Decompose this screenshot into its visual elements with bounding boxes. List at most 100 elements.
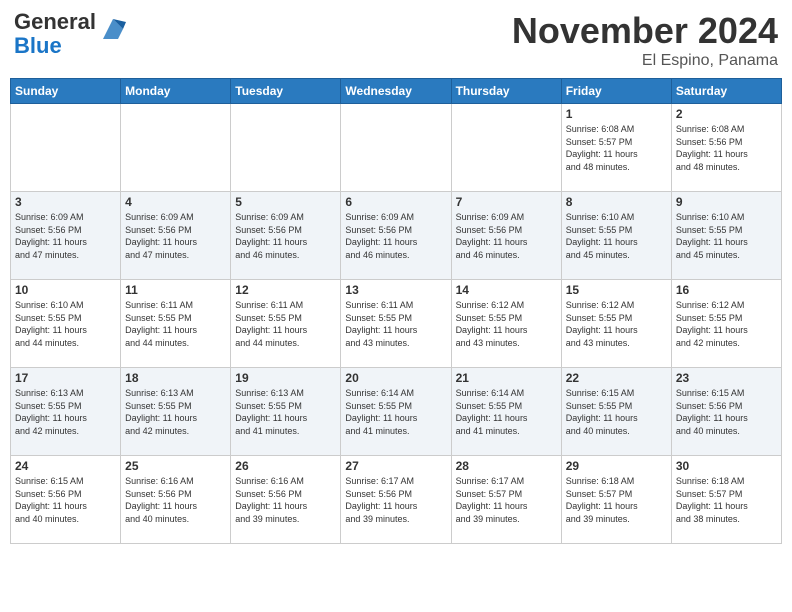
day-number: 20 [345, 371, 446, 385]
calendar-cell: 3 Sunrise: 6:09 AM Sunset: 5:56 PM Daylig… [11, 192, 121, 280]
day-number: 30 [676, 459, 777, 473]
day-info: Sunrise: 6:13 AM Sunset: 5:55 PM Dayligh… [235, 387, 336, 437]
calendar-cell: 14 Sunrise: 6:12 AM Sunset: 5:55 PM Dayli… [451, 280, 561, 368]
day-number: 23 [676, 371, 777, 385]
day-number: 28 [456, 459, 557, 473]
day-number: 9 [676, 195, 777, 209]
day-info: Sunrise: 6:16 AM Sunset: 5:56 PM Dayligh… [235, 475, 336, 525]
day-info: Sunrise: 6:10 AM Sunset: 5:55 PM Dayligh… [566, 211, 667, 261]
calendar-cell: 27 Sunrise: 6:17 AM Sunset: 5:56 PM Dayli… [341, 456, 451, 544]
day-info: Sunrise: 6:17 AM Sunset: 5:57 PM Dayligh… [456, 475, 557, 525]
calendar-cell: 7 Sunrise: 6:09 AM Sunset: 5:56 PM Daylig… [451, 192, 561, 280]
day-info: Sunrise: 6:09 AM Sunset: 5:56 PM Dayligh… [15, 211, 116, 261]
day-number: 17 [15, 371, 116, 385]
day-number: 14 [456, 283, 557, 297]
calendar-cell: 15 Sunrise: 6:12 AM Sunset: 5:55 PM Dayli… [561, 280, 671, 368]
col-header-friday: Friday [561, 79, 671, 104]
day-number: 24 [15, 459, 116, 473]
day-info: Sunrise: 6:14 AM Sunset: 5:55 PM Dayligh… [456, 387, 557, 437]
day-number: 19 [235, 371, 336, 385]
day-info: Sunrise: 6:18 AM Sunset: 5:57 PM Dayligh… [566, 475, 667, 525]
calendar-cell: 23 Sunrise: 6:15 AM Sunset: 5:56 PM Dayli… [671, 368, 781, 456]
day-info: Sunrise: 6:12 AM Sunset: 5:55 PM Dayligh… [566, 299, 667, 349]
month-title: November 2024 [512, 10, 778, 52]
calendar-cell: 26 Sunrise: 6:16 AM Sunset: 5:56 PM Dayli… [231, 456, 341, 544]
day-number: 29 [566, 459, 667, 473]
calendar-cell: 4 Sunrise: 6:09 AM Sunset: 5:56 PM Daylig… [121, 192, 231, 280]
calendar-cell: 5Sunrise: 6:09 AM Sunset: 5:56 PM Daylig… [231, 192, 341, 280]
day-info: Sunrise: 6:14 AM Sunset: 5:55 PM Dayligh… [345, 387, 446, 437]
day-info: Sunrise: 6:10 AM Sunset: 5:55 PM Dayligh… [676, 211, 777, 261]
calendar-cell: 28 Sunrise: 6:17 AM Sunset: 5:57 PM Dayli… [451, 456, 561, 544]
day-info: Sunrise: 6:08 AM Sunset: 5:56 PM Dayligh… [676, 123, 777, 173]
day-info: Sunrise: 6:08 AM Sunset: 5:57 PM Dayligh… [566, 123, 667, 173]
logo: GeneralBlue [14, 10, 128, 58]
day-number: 18 [125, 371, 226, 385]
calendar-cell: 24 Sunrise: 6:15 AM Sunset: 5:56 PM Dayli… [11, 456, 121, 544]
calendar-cell [121, 104, 231, 192]
day-number: 26 [235, 459, 336, 473]
calendar-cell: 16Sunrise: 6:12 AM Sunset: 5:55 PM Dayli… [671, 280, 781, 368]
calendar-cell [231, 104, 341, 192]
title-area: November 2024 El Espino, Panama [512, 10, 778, 70]
day-number: 22 [566, 371, 667, 385]
calendar-cell: 29 Sunrise: 6:18 AM Sunset: 5:57 PM Dayli… [561, 456, 671, 544]
calendar-cell: 10 Sunrise: 6:10 AM Sunset: 5:55 PM Dayli… [11, 280, 121, 368]
calendar-cell: 6Sunrise: 6:09 AM Sunset: 5:56 PM Daylig… [341, 192, 451, 280]
day-number: 21 [456, 371, 557, 385]
day-info: Sunrise: 6:12 AM Sunset: 5:55 PM Dayligh… [456, 299, 557, 349]
day-info: Sunrise: 6:15 AM Sunset: 5:55 PM Dayligh… [566, 387, 667, 437]
calendar-cell: 22 Sunrise: 6:15 AM Sunset: 5:55 PM Dayli… [561, 368, 671, 456]
day-number: 4 [125, 195, 226, 209]
col-header-sunday: Sunday [11, 79, 121, 104]
location: El Espino, Panama [512, 52, 778, 70]
day-info: Sunrise: 6:09 AM Sunset: 5:56 PM Dayligh… [125, 211, 226, 261]
logo-text: GeneralBlue [14, 10, 96, 58]
page-header: GeneralBlue November 2024 El Espino, Pan… [10, 10, 782, 70]
day-info: Sunrise: 6:15 AM Sunset: 5:56 PM Dayligh… [676, 387, 777, 437]
day-number: 7 [456, 195, 557, 209]
day-number: 3 [15, 195, 116, 209]
calendar-cell: 20 Sunrise: 6:14 AM Sunset: 5:55 PM Dayli… [341, 368, 451, 456]
calendar-cell: 11Sunrise: 6:11 AM Sunset: 5:55 PM Dayli… [121, 280, 231, 368]
day-info: Sunrise: 6:17 AM Sunset: 5:56 PM Dayligh… [345, 475, 446, 525]
calendar-cell [341, 104, 451, 192]
col-header-saturday: Saturday [671, 79, 781, 104]
day-number: 2 [676, 107, 777, 121]
day-info: Sunrise: 6:13 AM Sunset: 5:55 PM Dayligh… [125, 387, 226, 437]
day-info: Sunrise: 6:13 AM Sunset: 5:55 PM Dayligh… [15, 387, 116, 437]
day-number: 6 [345, 195, 446, 209]
day-number: 13 [345, 283, 446, 297]
day-number: 11 [125, 283, 226, 297]
day-info: Sunrise: 6:18 AM Sunset: 5:57 PM Dayligh… [676, 475, 777, 525]
day-number: 12 [235, 283, 336, 297]
calendar-cell: 18 Sunrise: 6:13 AM Sunset: 5:55 PM Dayli… [121, 368, 231, 456]
calendar-cell: 13 Sunrise: 6:11 AM Sunset: 5:55 PM Dayli… [341, 280, 451, 368]
logo-icon [98, 14, 128, 44]
calendar-cell: 8 Sunrise: 6:10 AM Sunset: 5:55 PM Daylig… [561, 192, 671, 280]
calendar-cell: 1 Sunrise: 6:08 AM Sunset: 5:57 PM Daylig… [561, 104, 671, 192]
col-header-wednesday: Wednesday [341, 79, 451, 104]
day-info: Sunrise: 6:11 AM Sunset: 5:55 PM Dayligh… [345, 299, 446, 349]
calendar-cell: 9 Sunrise: 6:10 AM Sunset: 5:55 PM Daylig… [671, 192, 781, 280]
day-number: 8 [566, 195, 667, 209]
calendar-cell: 19 Sunrise: 6:13 AM Sunset: 5:55 PM Dayli… [231, 368, 341, 456]
day-info: Sunrise: 6:15 AM Sunset: 5:56 PM Dayligh… [15, 475, 116, 525]
calendar-cell: 12 Sunrise: 6:11 AM Sunset: 5:55 PM Dayli… [231, 280, 341, 368]
day-number: 10 [15, 283, 116, 297]
col-header-tuesday: Tuesday [231, 79, 341, 104]
calendar-cell: 21 Sunrise: 6:14 AM Sunset: 5:55 PM Dayli… [451, 368, 561, 456]
day-number: 27 [345, 459, 446, 473]
calendar-cell: 17 Sunrise: 6:13 AM Sunset: 5:55 PM Dayli… [11, 368, 121, 456]
calendar-cell [451, 104, 561, 192]
day-number: 25 [125, 459, 226, 473]
day-number: 15 [566, 283, 667, 297]
calendar-cell: 2 Sunrise: 6:08 AM Sunset: 5:56 PM Daylig… [671, 104, 781, 192]
day-info: Sunrise: 6:09 AM Sunset: 5:56 PM Dayligh… [456, 211, 557, 261]
calendar-cell: 30 Sunrise: 6:18 AM Sunset: 5:57 PM Dayli… [671, 456, 781, 544]
day-info: Sunrise: 6:10 AM Sunset: 5:55 PM Dayligh… [15, 299, 116, 349]
day-number: 1 [566, 107, 667, 121]
day-number: 16 [676, 283, 777, 297]
col-header-thursday: Thursday [451, 79, 561, 104]
day-info: Sunrise: 6:11 AM Sunset: 5:55 PM Dayligh… [235, 299, 336, 349]
